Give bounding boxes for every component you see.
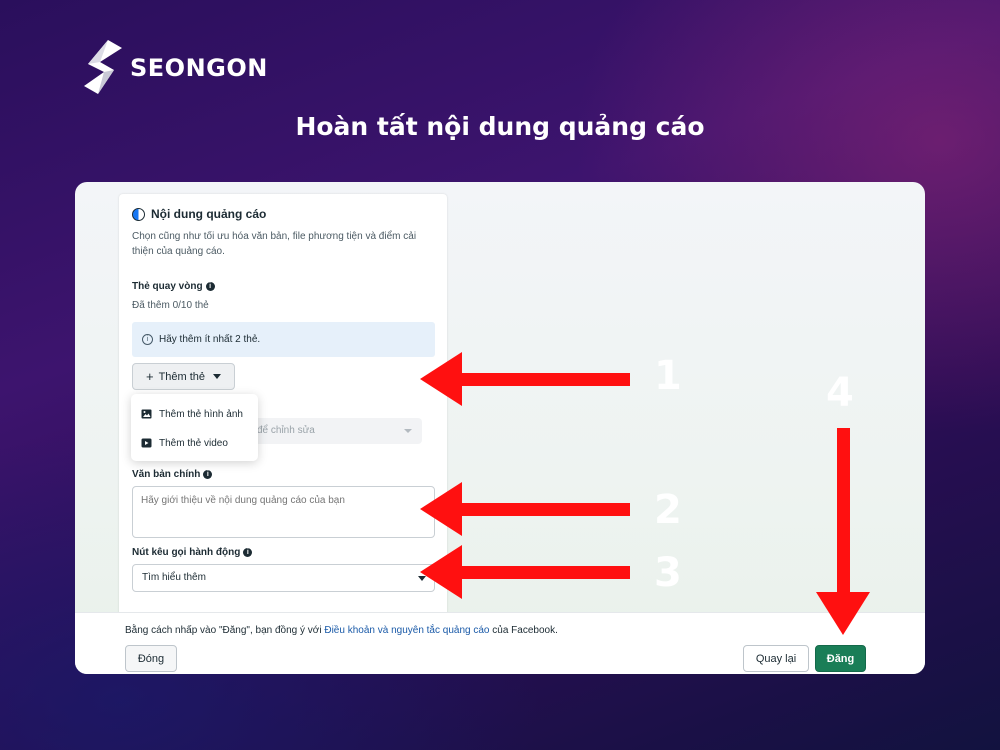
cta-label-text: Nút kêu gọi hành động (132, 547, 241, 558)
step-number-4: 4 (826, 370, 854, 416)
add-card-button[interactable]: + Thêm thẻ (132, 363, 235, 390)
cta-label: Nút kêu gọi hành động i (132, 547, 253, 558)
carousel-label-text: Thẻ quay vòng (132, 281, 203, 292)
info-icon[interactable]: i (205, 282, 215, 291)
primary-text-label: Văn bản chính i (132, 469, 213, 480)
ads-manager-screenshot: Nội dung quảng cáo Chọn cũng như tối ưu … (75, 182, 925, 674)
plus-icon: + (145, 369, 154, 384)
add-card-label: Thêm thẻ (158, 370, 206, 383)
section-description: Chọn cũng như tối ưu hóa văn bản, file p… (132, 231, 417, 257)
carousel-label: Thẻ quay vòng i (132, 281, 215, 292)
page-headline: Hoàn tất nội dung quảng cáo (295, 112, 705, 141)
seongon-logo-icon (84, 40, 122, 94)
close-button[interactable]: Đóng (125, 645, 177, 672)
publish-button[interactable]: Đăng (815, 645, 866, 672)
image-option-label: Thêm thẻ hình ảnh (159, 408, 243, 420)
step-number-1: 1 (654, 353, 682, 399)
info-icon[interactable]: i (243, 548, 253, 557)
brand-logo: SEONGON (78, 38, 268, 98)
caret-down-icon (404, 429, 412, 433)
notice-text: Hãy thêm ít nhất 2 thẻ. (159, 334, 261, 345)
ad-content-panel: Nội dung quảng cáo Chọn cũng như tối ưu … (119, 194, 447, 634)
section-title: Nội dung quảng cáo (151, 207, 267, 221)
primary-text-input[interactable] (132, 486, 435, 538)
caret-down-icon (418, 576, 426, 581)
brand-name: SEONGON (130, 54, 268, 82)
cta-select[interactable]: Tìm hiểu thêm (132, 564, 435, 592)
image-icon (141, 409, 152, 419)
terms-prefix: Bằng cách nhấp vào "Đăng", bạn đồng ý vớ… (125, 625, 325, 636)
back-button[interactable]: Quay lại (743, 645, 809, 672)
footer-bar: Bằng cách nhấp vào "Đăng", bạn đồng ý vớ… (75, 612, 925, 674)
min-cards-notice: i Hãy thêm ít nhất 2 thẻ. (132, 322, 435, 357)
info-circle-icon: i (142, 334, 153, 345)
cta-value: Tìm hiểu thêm (142, 572, 206, 583)
add-video-card-option[interactable]: Thêm thẻ video (141, 433, 228, 453)
add-card-dropdown: Thêm thẻ hình ảnh Thêm thẻ video (131, 394, 258, 461)
primary-text-label-text: Văn bản chính (132, 469, 201, 480)
terms-link[interactable]: Điều khoản và nguyên tắc quảng cáo (324, 625, 489, 636)
video-option-label: Thêm thẻ video (159, 437, 228, 449)
terms-suffix: của Facebook. (489, 625, 558, 636)
step-number-2: 2 (654, 487, 682, 533)
video-icon (141, 438, 152, 448)
step-number-3: 3 (654, 550, 682, 596)
caret-down-icon (213, 374, 222, 379)
disabled-select-text: để chỉnh sửa (257, 425, 315, 436)
terms-text: Bằng cách nhấp vào "Đăng", bạn đồng ý vớ… (125, 625, 558, 636)
carousel-count: Đã thêm 0/10 thẻ (132, 300, 209, 311)
add-image-card-option[interactable]: Thêm thẻ hình ảnh (141, 404, 243, 424)
half-circle-icon (132, 208, 145, 221)
info-icon[interactable]: i (203, 470, 213, 479)
